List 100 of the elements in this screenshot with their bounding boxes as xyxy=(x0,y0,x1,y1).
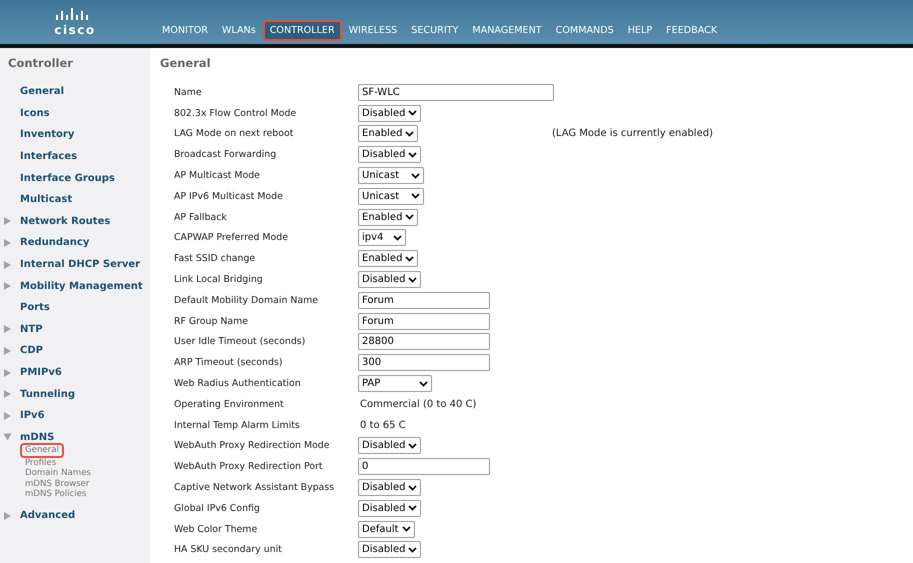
input-field[interactable]: 300 xyxy=(358,354,490,372)
sidebar-item[interactable]: Multicast xyxy=(20,194,72,206)
chevron-icon xyxy=(408,110,418,116)
expand-arrow-icon[interactable] xyxy=(4,412,11,420)
nav-tab[interactable]: WLANs xyxy=(214,20,263,41)
dropdown[interactable]: PAP xyxy=(358,375,432,392)
chevron-icon xyxy=(402,526,411,532)
nav-tab[interactable]: HELP xyxy=(620,20,660,41)
sidebar-item[interactable]: General xyxy=(20,86,64,98)
sidebar-item[interactable]: Tunneling xyxy=(20,388,75,400)
chevron-icon xyxy=(393,234,402,241)
field-value: 0 to 65 C xyxy=(360,420,406,431)
sidebar-item[interactable]: Advanced xyxy=(20,510,76,522)
sidebar-item[interactable]: CDP xyxy=(20,345,43,356)
field-label: AP Multicast Mode xyxy=(174,170,261,182)
field-label: Global IPv6 Config xyxy=(174,502,261,514)
dropdown[interactable]: Unicast xyxy=(358,167,424,184)
expand-arrow-icon[interactable] xyxy=(4,390,11,398)
input-field[interactable]: Forum xyxy=(358,312,490,330)
chevron-icon xyxy=(405,214,414,220)
sidebar-item[interactable]: Inventory xyxy=(20,129,74,140)
dropdown[interactable]: Enabled xyxy=(358,250,418,268)
dropdown[interactable]: Unicast xyxy=(358,188,424,205)
chevron-icon xyxy=(408,546,418,553)
sidebar-subitem[interactable]: General xyxy=(22,445,62,456)
nav-tab[interactable]: SECURITY xyxy=(404,20,466,41)
field-label: Internal Temp Alarm Limits xyxy=(174,420,301,431)
field-label: Web Color Theme xyxy=(174,524,258,535)
dropdown[interactable]: Disabled xyxy=(358,479,422,496)
field-label: AP Fallback xyxy=(174,212,228,223)
sidebar-title: Controller xyxy=(7,55,74,72)
sidebar-item[interactable]: Interface Groups xyxy=(20,172,115,184)
expand-arrow-icon[interactable] xyxy=(4,368,11,377)
chevron-icon xyxy=(405,256,414,262)
dropdown[interactable]: Enabled xyxy=(358,208,418,226)
dropdown[interactable]: Disabled xyxy=(358,271,422,288)
dropdown[interactable]: Disabled xyxy=(358,146,422,164)
sidebar-subitem[interactable]: mDNS Policies xyxy=(22,489,90,500)
logo-wordmark: cisco xyxy=(54,22,96,36)
sidebar-item[interactable]: Mobility Management xyxy=(20,280,143,292)
chevron-icon xyxy=(411,172,420,179)
dropdown[interactable]: Default xyxy=(358,520,415,538)
chevron-icon xyxy=(408,505,418,512)
field-label: WebAuth Proxy Redirection Mode xyxy=(174,440,331,452)
sidebar-subitem[interactable]: mDNS Browser xyxy=(22,478,92,490)
dropdown[interactable]: Disabled xyxy=(358,437,422,454)
expand-arrow-icon[interactable] xyxy=(4,260,11,269)
expand-arrow-icon[interactable] xyxy=(4,325,11,334)
dropdown[interactable]: Disabled xyxy=(358,541,422,558)
nav-tab[interactable]: WIRELESS xyxy=(342,20,404,41)
sidebar-item[interactable]: Ports xyxy=(20,302,50,314)
field-label: ARP Timeout (seconds) xyxy=(174,357,284,368)
sidebar-item[interactable]: Network Routes xyxy=(20,216,110,227)
chevron-icon xyxy=(408,276,418,283)
expand-arrow-icon[interactable] xyxy=(4,217,11,226)
expand-arrow-icon[interactable] xyxy=(4,434,12,441)
input-field[interactable]: Forum xyxy=(358,292,490,309)
sidebar-item[interactable]: Icons xyxy=(20,108,50,119)
field-label: Broadcast Forwarding xyxy=(174,149,278,160)
field-label: CAPWAP Preferred Mode xyxy=(174,232,289,244)
dropdown[interactable]: Disabled xyxy=(358,500,422,517)
field-label: Captive Network Assistant Bypass xyxy=(174,482,336,494)
nav-tab[interactable]: MANAGEMENT xyxy=(465,20,549,41)
sidebar-item[interactable]: NTP xyxy=(20,324,43,335)
dropdown[interactable]: Enabled xyxy=(358,125,418,142)
chevron-icon xyxy=(408,442,418,449)
sidebar-item[interactable]: Interfaces xyxy=(20,151,78,162)
expand-arrow-icon[interactable] xyxy=(4,238,11,247)
nav-tab[interactable]: MONITOR xyxy=(155,20,215,41)
field-label: Link Local Bridging xyxy=(174,274,264,286)
nav-tab[interactable]: COMMANDS xyxy=(548,20,621,41)
sidebar-item[interactable]: Internal DHCP Server xyxy=(20,259,140,270)
nav-tab[interactable]: CONTROLLER xyxy=(262,20,342,41)
sidebar-item[interactable]: IPv6 xyxy=(20,410,45,422)
sidebar-subitem[interactable]: Domain Names xyxy=(22,468,94,479)
field-label: WebAuth Proxy Redirection Port xyxy=(174,461,324,472)
chevron-icon xyxy=(419,380,428,387)
dropdown[interactable]: Disabled xyxy=(358,104,422,122)
chevron-icon xyxy=(405,130,414,137)
dropdown[interactable]: ipv4 xyxy=(358,229,406,246)
sidebar-item[interactable]: Redundancy xyxy=(20,237,90,248)
field-label: Default Mobility Domain Name xyxy=(174,294,320,306)
field-label: HA SKU secondary unit xyxy=(174,544,283,556)
expand-arrow-icon[interactable] xyxy=(4,346,11,355)
sidebar-subitem[interactable]: Profiles xyxy=(22,458,60,468)
expand-arrow-icon[interactable] xyxy=(4,512,11,520)
field-value: Commercial (0 to 40 C) xyxy=(360,398,476,410)
sidebar-item[interactable]: PMIPv6 xyxy=(20,367,62,378)
chevron-icon xyxy=(408,484,418,491)
sidebar-item[interactable]: mDNS xyxy=(20,432,54,443)
input-field[interactable]: 28800 xyxy=(358,333,490,350)
chevron-icon xyxy=(408,152,418,158)
input-field[interactable]: 0 xyxy=(358,458,490,476)
field-label: User Idle Timeout (seconds) xyxy=(174,336,306,348)
nav-tab[interactable]: FEEDBACK xyxy=(659,20,724,41)
input-field[interactable]: SF-WLC xyxy=(358,84,554,101)
expand-arrow-icon[interactable] xyxy=(4,282,11,290)
field-label: Operating Environment xyxy=(174,398,285,410)
field-label: Web Radius Authentication xyxy=(174,378,302,390)
field-label: Fast SSID change xyxy=(174,253,256,264)
